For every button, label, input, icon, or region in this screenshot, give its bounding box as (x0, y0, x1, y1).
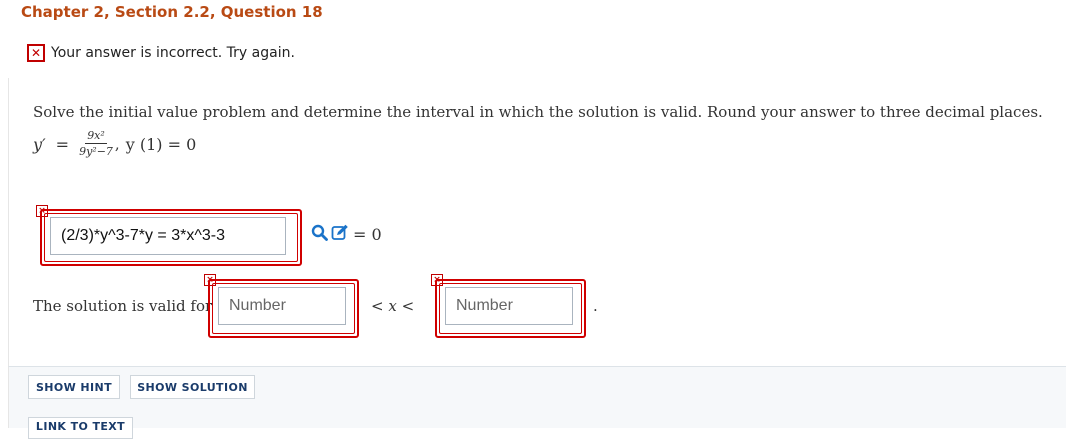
initial-condition: y (1) = 0 (125, 134, 197, 154)
show-solution-button[interactable]: SHOW SOLUTION (130, 375, 255, 399)
valid-label: The solution is valid for (33, 297, 213, 315)
magnifier-icon[interactable] (311, 224, 328, 245)
link-to-text-button[interactable]: LINK TO TEXT (28, 417, 133, 439)
equation-equals: = (55, 134, 70, 154)
upper-bound-input[interactable]: Number (445, 287, 573, 325)
equation-lhs: y′ (33, 134, 46, 154)
x-mark-icon: ✕ (27, 44, 45, 62)
solution-input[interactable]: (2/3)*y^3-7*y = 3*x^3-3 (50, 217, 286, 255)
equation: y′ = 9x² 9y²−7 , y (1) = 0 (33, 129, 197, 159)
alert-message: Your answer is incorrect. Try again. (51, 45, 295, 61)
equation-comma: , (114, 135, 120, 153)
inequality-label: < x < (371, 297, 415, 315)
pencil-square-icon[interactable] (331, 224, 349, 245)
lower-bound-input[interactable]: Number (218, 287, 346, 325)
period: . (593, 297, 598, 315)
answer-tools: = 0 (311, 224, 382, 245)
equals-zero: = 0 (353, 225, 382, 244)
incorrect-alert: ✕ Your answer is incorrect. Try again. (27, 44, 295, 62)
question-title: Chapter 2, Section 2.2, Question 18 (21, 3, 323, 21)
question-prompt: Solve the initial value problem and dete… (33, 103, 1043, 121)
fraction-denominator: 9y²−7 (79, 145, 113, 158)
equation-fraction: 9x² 9y²−7 (79, 129, 113, 159)
show-hint-button[interactable]: SHOW HINT (28, 375, 120, 399)
fraction-numerator: 9x² (85, 129, 107, 144)
